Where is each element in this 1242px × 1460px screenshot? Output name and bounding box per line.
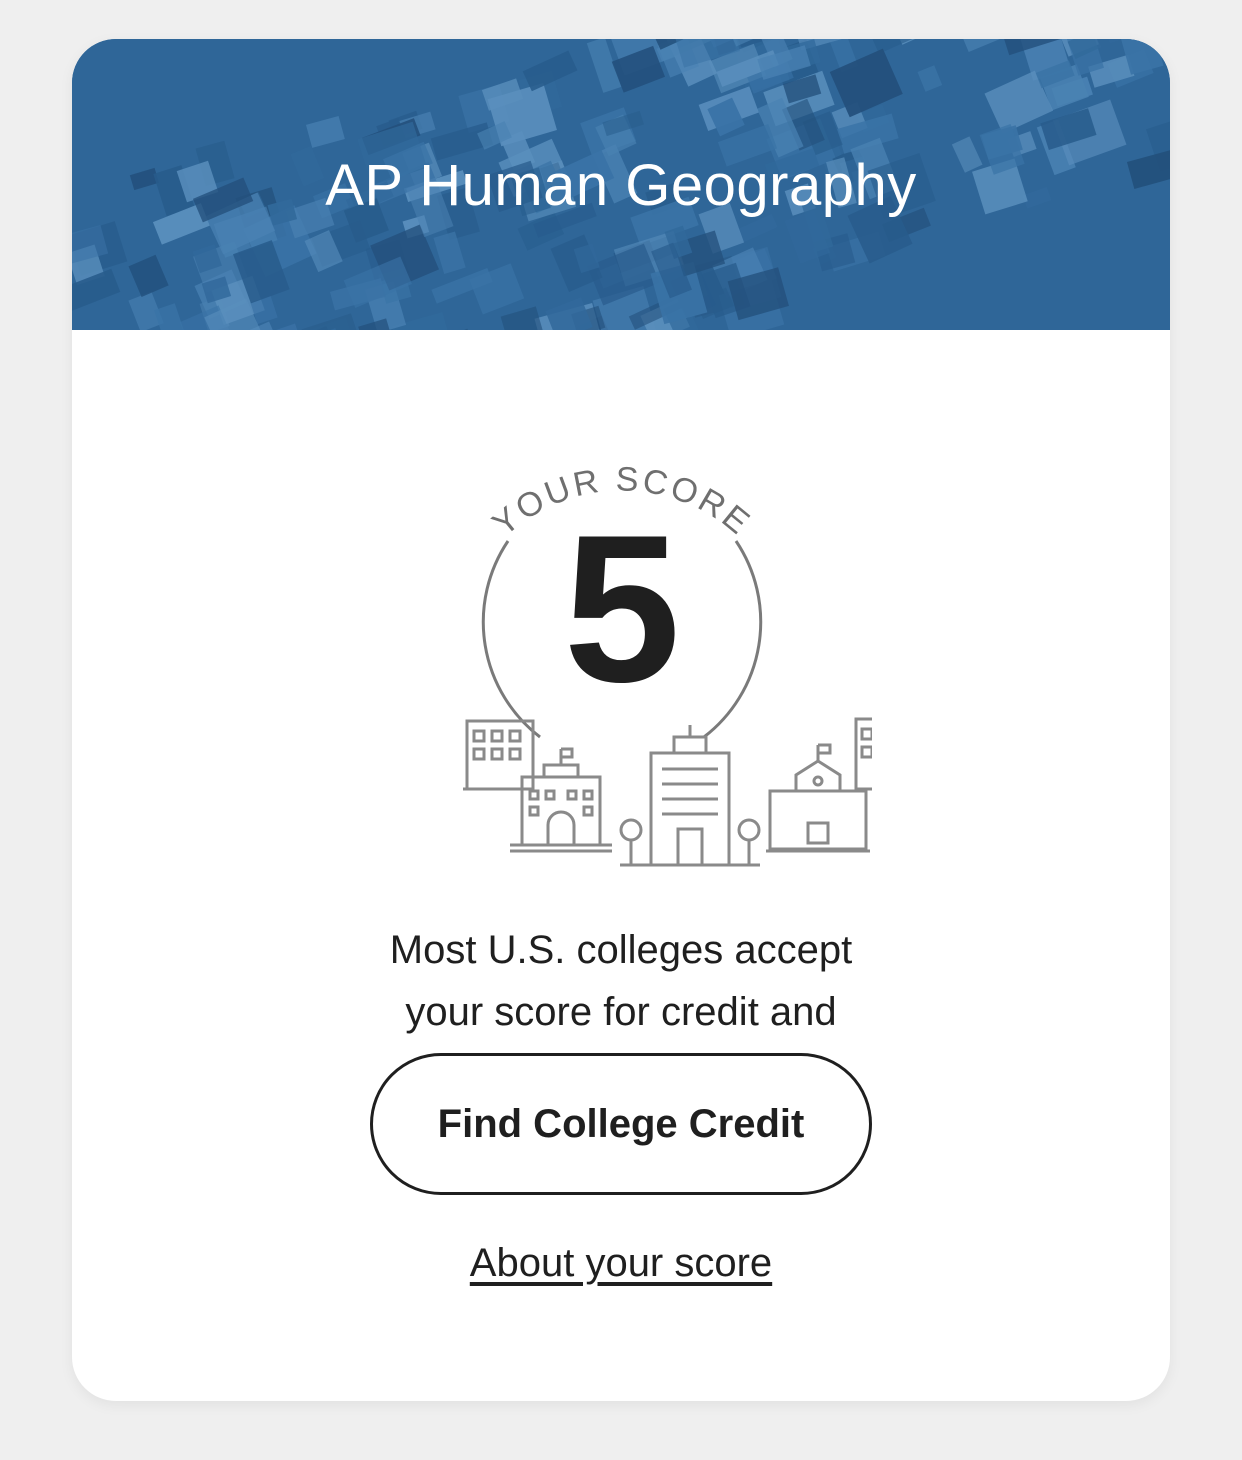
score-emblem: YOUR SCORE 5	[372, 419, 872, 879]
college-buildings-icon	[463, 717, 872, 867]
score-value: 5	[563, 491, 681, 726]
card-banner: AP Human Geography	[72, 39, 1170, 330]
course-title: AP Human Geography	[325, 153, 917, 218]
score-card: AP Human Geography YOUR SCORE 5 Most U.S…	[72, 39, 1170, 1401]
find-college-credit-button[interactable]: Find College Credit	[370, 1053, 872, 1195]
about-your-score-link[interactable]: About your score	[72, 1241, 1170, 1286]
